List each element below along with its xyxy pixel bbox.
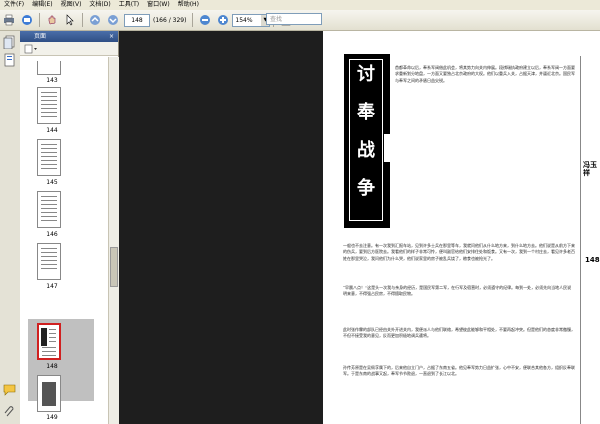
thumbnail-list[interactable]: 143 144 145 146 147 148 149 bbox=[20, 57, 108, 424]
previous-page-edge bbox=[119, 31, 323, 424]
menu-document[interactable]: 文档(D) bbox=[85, 0, 114, 10]
thumbnail-label: 143 bbox=[46, 77, 58, 84]
paragraph: 一般也不去注意。有一次我到汇报车站，见到许多士兵在那里等车，我就问他们从什么地方… bbox=[343, 243, 575, 261]
thumbnail-label: 144 bbox=[46, 127, 58, 134]
printer-icon bbox=[4, 14, 14, 26]
running-head: 冯玉祥 bbox=[583, 160, 597, 177]
paragraph: 首都革命以后，奉系军阀借此机会，将其势力向关内伸展。段祺瑞执政府建立以后，奉系军… bbox=[395, 65, 575, 83]
arrow-down-icon bbox=[108, 15, 118, 25]
thumbnail-page[interactable] bbox=[37, 139, 61, 176]
select-tool-button[interactable] bbox=[63, 13, 77, 27]
thumbnail-page[interactable] bbox=[37, 61, 61, 75]
hand-icon bbox=[48, 15, 56, 25]
margin-rule bbox=[580, 56, 581, 424]
toolbar-separator bbox=[82, 13, 83, 27]
pages-panel: 页面 × 143 144 145 146 147 148 149 bbox=[20, 31, 119, 424]
print-button[interactable] bbox=[2, 13, 16, 27]
search-input[interactable]: 查找 bbox=[266, 13, 322, 25]
toolbar: 148 (166 / 329) 154%▼ 查找 bbox=[0, 10, 600, 31]
title-char: 争 bbox=[357, 178, 375, 199]
thumbnail-label: 148 bbox=[46, 363, 58, 370]
pages-panel-options[interactable] bbox=[20, 42, 118, 56]
menu-tools[interactable]: 工具(T) bbox=[115, 0, 143, 10]
attachment-icon[interactable] bbox=[3, 405, 17, 419]
comments-icon[interactable] bbox=[3, 383, 17, 397]
paragraph: 此时张作霖的部队已经由关外开进关内，我便派人与他们联络，希望彼此能够和平相处，不… bbox=[343, 327, 575, 339]
title-char: 奉 bbox=[357, 102, 375, 123]
menu-view[interactable]: 视图(V) bbox=[57, 0, 86, 10]
thumbnail-page-selected[interactable] bbox=[37, 323, 61, 360]
zoom-in-button[interactable] bbox=[216, 13, 230, 27]
toolbar-separator bbox=[192, 13, 194, 27]
title-char: 战 bbox=[357, 140, 375, 161]
pages-icon[interactable] bbox=[3, 35, 17, 49]
prev-page-button[interactable] bbox=[88, 13, 102, 27]
navigation-bar bbox=[0, 31, 21, 424]
email-icon bbox=[22, 15, 32, 25]
zoom-value: 154% bbox=[235, 16, 253, 24]
page-number: 148 bbox=[585, 256, 600, 264]
menu-help[interactable]: 帮助(H) bbox=[174, 0, 203, 10]
next-page-button[interactable] bbox=[106, 13, 120, 27]
paragraph: 孙传芳原是在吴佩孚属下的，后来他自立门户，占据了东南五省。他见奉军势力日益扩张，… bbox=[343, 365, 575, 377]
menu-bar: 文件(F) 编辑(E) 视图(V) 文档(D) 工具(T) 窗口(W) 帮助(H… bbox=[0, 0, 600, 10]
pages-panel-title: 页面 bbox=[34, 33, 47, 40]
thumbnail-page[interactable] bbox=[37, 87, 61, 124]
toolbar-separator bbox=[39, 13, 40, 27]
cursor-icon bbox=[66, 14, 74, 26]
close-icon[interactable]: × bbox=[109, 31, 114, 42]
menu-window[interactable]: 窗口(W) bbox=[143, 0, 174, 10]
thumbnail-page[interactable] bbox=[37, 191, 61, 228]
thumbnail-label: 147 bbox=[46, 283, 58, 290]
arrow-up-icon bbox=[90, 15, 100, 25]
paragraph: “早晨八点！”这是头一次我与亲身的经历，是国民军第二军，在行军及宿营时，必须遵守… bbox=[343, 285, 572, 297]
menu-edit[interactable]: 编辑(E) bbox=[28, 0, 56, 10]
email-button[interactable] bbox=[20, 13, 34, 27]
document-page[interactable]: 讨 奉 战 争 首都革命以后，奉系军阀借此机会，将其势力向关内伸展。段祺瑞执政府… bbox=[323, 31, 600, 424]
zoom-out-button[interactable] bbox=[198, 13, 212, 27]
thumbnail-page[interactable] bbox=[37, 243, 61, 280]
thumbnail-scrollbar[interactable] bbox=[108, 57, 119, 424]
zoom-out-icon bbox=[200, 15, 211, 25]
thumbnail-page[interactable] bbox=[37, 375, 61, 412]
title-char: 讨 bbox=[357, 64, 375, 85]
title-notch bbox=[384, 134, 390, 162]
page-number-input[interactable]: 148 bbox=[124, 13, 150, 27]
hand-tool-button[interactable] bbox=[45, 13, 59, 27]
page-count: (166 / 329) bbox=[153, 16, 187, 24]
chapter-title-box: 讨 奉 战 争 bbox=[344, 54, 390, 228]
thumbnail-label: 149 bbox=[46, 414, 58, 421]
zoom-in-icon bbox=[218, 15, 229, 25]
scrollbar-thumb[interactable] bbox=[110, 247, 118, 287]
bookmarks-icon[interactable] bbox=[3, 53, 17, 67]
thumbnail-label: 146 bbox=[46, 231, 58, 238]
options-icon bbox=[24, 44, 37, 53]
thumbnail-label: 145 bbox=[46, 179, 58, 186]
pages-panel-header: 页面 × bbox=[20, 31, 118, 42]
menu-file[interactable]: 文件(F) bbox=[0, 0, 28, 10]
zoom-select[interactable]: 154%▼ bbox=[232, 13, 271, 27]
